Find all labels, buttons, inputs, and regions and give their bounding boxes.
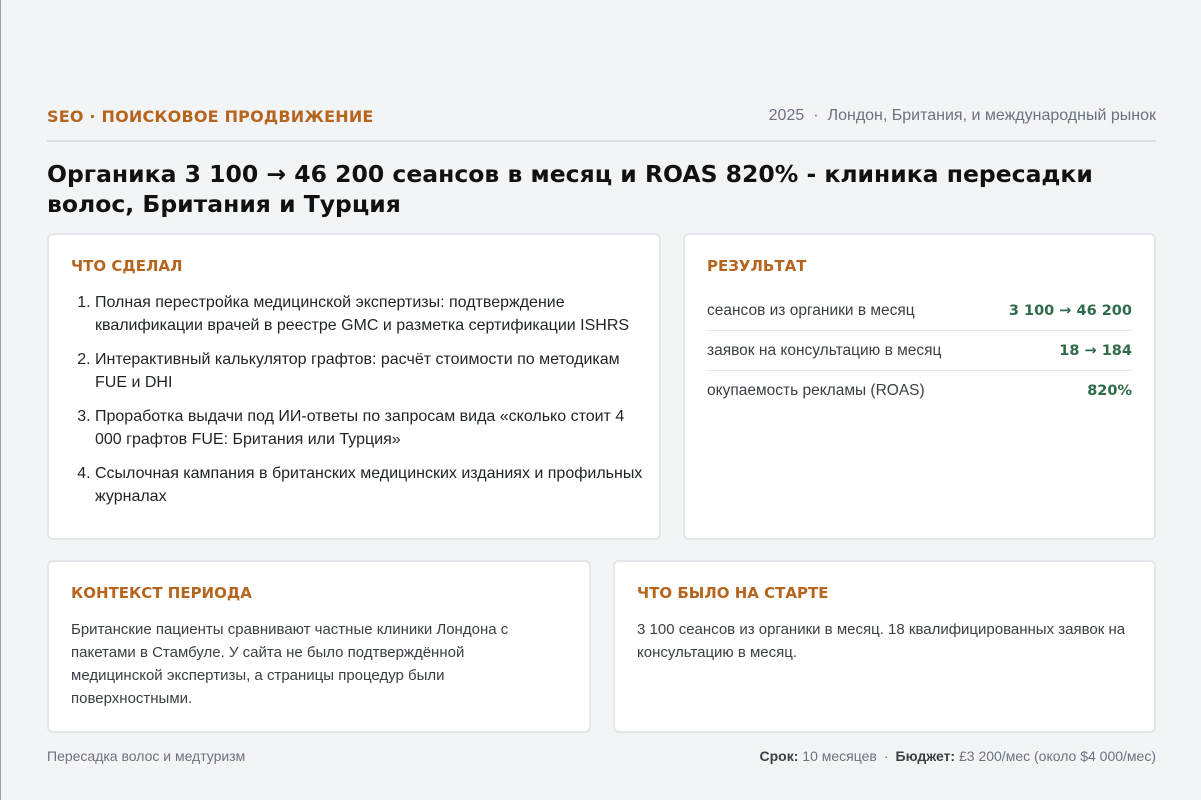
what-i-did-card: ЧТО СДЕЛАЛ Полная перестройка медицинско…: [47, 233, 661, 540]
meta-separator: ·: [813, 107, 819, 124]
result-row: сеансов из органики в месяц 3 100 → 46 2…: [707, 291, 1132, 331]
location: Лондон, Британия, и международный рынок: [827, 107, 1156, 124]
meta-info: 2025 · Лондон, Британия, и международный р…: [769, 107, 1156, 125]
list-item: Интерактивный калькулятор графтов: расчё…: [95, 348, 655, 394]
result-value: 820%: [1087, 382, 1132, 399]
what-i-did-list: Полная перестройка медицинской экспертиз…: [71, 291, 655, 519]
result-label: сеансов из органики в месяц: [707, 301, 915, 319]
result-label: окупаемость рекламы (ROAS): [707, 381, 925, 399]
page-title: Органика 3 100 → 46 200 сеансов в месяц …: [47, 160, 1093, 218]
result-table: сеансов из органики в месяц 3 100 → 46 2…: [707, 291, 1132, 410]
list-item: Полная перестройка медицинской экспертиз…: [95, 291, 655, 337]
result-row: окупаемость рекламы (ROAS) 820%: [707, 371, 1132, 410]
terms-info: Срок: 10 месяцев · Бюджет: £3 200/мес (око…: [760, 748, 1157, 764]
list-item: Ссылочная кампания в британских медицинс…: [95, 462, 655, 508]
budget-label: Бюджет:: [895, 748, 956, 764]
period-context-text: Британские пациенты сравнивают частные к…: [71, 621, 509, 707]
result-label: заявок на консультацию в месяц: [707, 341, 942, 359]
budget-value: £3 200/мес (около $4 000/мес): [958, 748, 1156, 764]
term-label: Срок:: [759, 748, 799, 764]
niche-label: Пересадка волос и медтуризм: [47, 748, 246, 764]
result-card: РЕЗУЛЬТАТ сеансов из органики в месяц 3 …: [683, 233, 1156, 540]
footer: Пересадка волос и медтуризм Срок: 10 мес…: [47, 748, 1156, 764]
result-heading: РЕЗУЛЬТАТ: [707, 257, 807, 275]
period-context-heading: КОНТЕКСТ ПЕРИОДА: [71, 584, 252, 602]
result-row: заявок на консультацию в месяц 18 → 184: [707, 331, 1132, 371]
header-bar: SEO · ПОИСКОВОЕ ПРОДВИЖЕНИЕ 2025 · Лондон,…: [47, 104, 1156, 142]
term-value: 10 месяцев: [802, 748, 877, 764]
year: 2025: [768, 107, 805, 124]
what-i-did-heading: ЧТО СДЕЛАЛ: [71, 257, 183, 275]
footer-separator: ·: [883, 748, 889, 764]
period-context-card: КОНТЕКСТ ПЕРИОДА Британские пациенты сра…: [47, 560, 591, 733]
starting-point-text: 3 100 сеансов из органики в месяц. 18 кв…: [637, 621, 1126, 661]
case-study-page: SEO · ПОИСКОВОЕ ПРОДВИЖЕНИЕ 2025 · Лондон,…: [47, 104, 1156, 764]
starting-point-heading: ЧТО БЫЛО НА СТАРТЕ: [637, 584, 829, 602]
result-value: 18 → 184: [1059, 342, 1132, 359]
starting-point-card: ЧТО БЫЛО НА СТАРТЕ 3 100 сеансов из орга…: [613, 560, 1156, 733]
category-tag: SEO · ПОИСКОВОЕ ПРОДВИЖЕНИЕ: [47, 106, 374, 126]
result-value: 3 100 → 46 200: [1008, 302, 1132, 319]
list-item: Проработка выдачи под ИИ-ответы по запро…: [95, 405, 655, 451]
